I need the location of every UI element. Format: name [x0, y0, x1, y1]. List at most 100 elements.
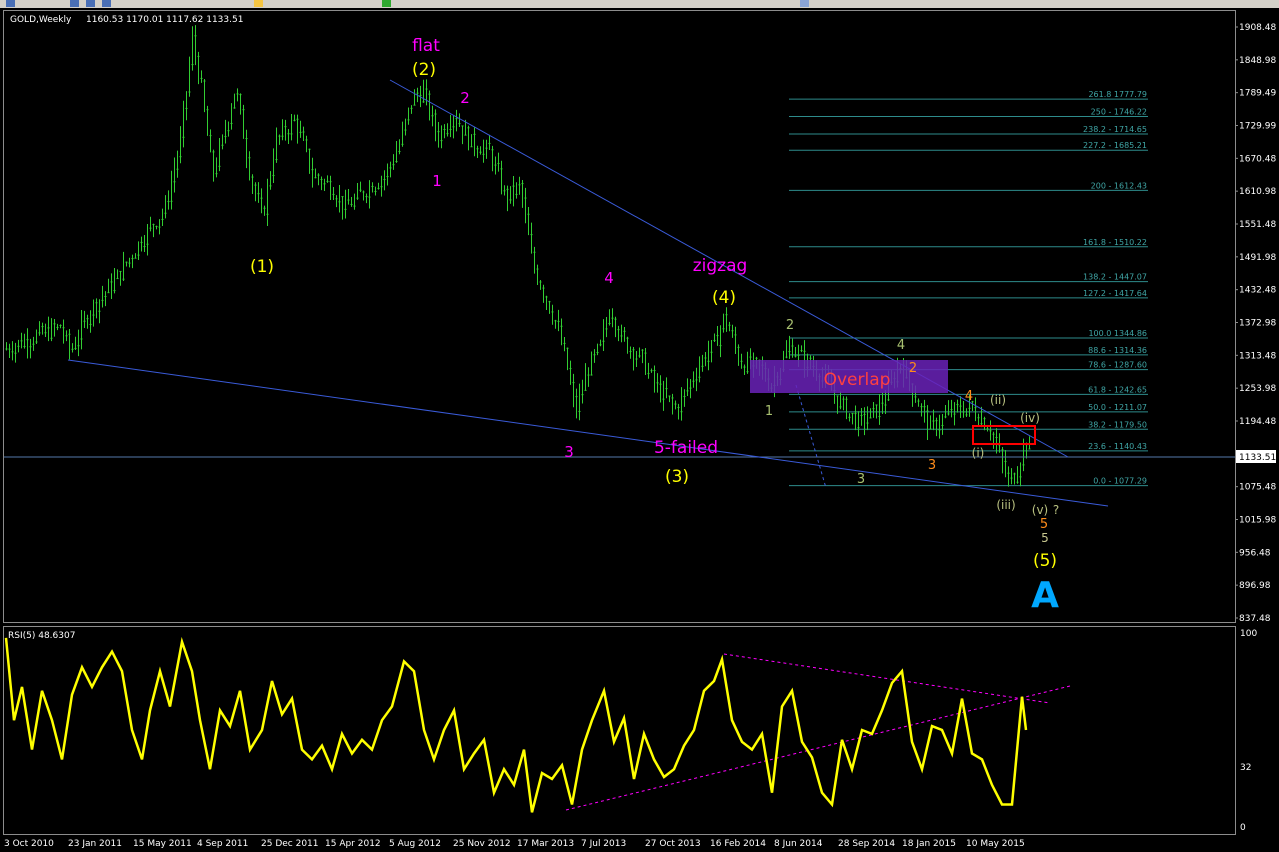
candles [5, 25, 1031, 487]
fib-level-label: 100.0 1344.86 [1088, 329, 1147, 338]
white-5-label: 5 [1041, 531, 1049, 545]
rsi-line [4, 636, 1028, 813]
price-tick-label: 837.48 [1239, 614, 1271, 624]
price-tick-label: 1848.98 [1239, 56, 1276, 66]
fib-level-label: 127.2 - 1417.64 [1083, 289, 1147, 298]
time-tick-label: 17 Mar 2013 [517, 839, 574, 849]
wave-3-label: (3) [665, 467, 689, 487]
orange-3-label: 3 [928, 458, 936, 473]
wave-4-label: (4) [712, 288, 736, 308]
wave-a-label: A [1031, 575, 1059, 616]
sub-i-label: (i) [972, 446, 985, 460]
price-tick-label: 1075.48 [1239, 483, 1276, 493]
price-tick-label: 1670.48 [1239, 154, 1276, 164]
time-tick-label: 25 Nov 2012 [453, 839, 511, 849]
time-tick-label: 10 May 2015 [966, 839, 1025, 849]
rsi-title: RSI(5) 48.6307 [8, 631, 75, 641]
wave-5-label: (5) [1033, 551, 1057, 571]
price-tick-label: 1015.98 [1239, 516, 1276, 526]
time-tick-label: 15 Apr 2012 [325, 839, 381, 849]
green-1-label: 1 [765, 404, 773, 419]
main-pane-border [3, 10, 1236, 623]
price-tick-label: 1610.98 [1239, 187, 1276, 197]
wave-2-label: (2) [412, 60, 436, 80]
price-tick-label: 1194.48 [1239, 417, 1276, 427]
price-tick-label: 1908.48 [1239, 23, 1276, 33]
price-tick-label: 1253.98 [1239, 384, 1276, 394]
sub-v-label: (v) [1032, 503, 1048, 517]
toolbar-icon[interactable] [382, 0, 391, 7]
price-tick-label: 956.48 [1239, 548, 1271, 558]
fib-level-label: 23.6 - 1140.43 [1088, 442, 1147, 451]
toolbar-icon[interactable] [6, 0, 15, 7]
time-tick-label: 23 Jan 2011 [68, 839, 122, 849]
red-box[interactable] [972, 425, 1036, 445]
time-tick-label: 4 Sep 2011 [197, 839, 248, 849]
orange-2-label: 2 [909, 361, 917, 376]
green-4-label: 4 [897, 338, 905, 353]
time-tick-label: 3 Oct 2010 [4, 839, 54, 849]
fib-level-label: 138.2 - 1447.07 [1083, 273, 1147, 282]
zigzag-label: zigzag [693, 256, 748, 276]
symbol-label: GOLD,Weekly [10, 15, 72, 25]
time-tick-label: 16 Feb 2014 [710, 839, 766, 849]
price-tick-label: 1372.98 [1239, 319, 1276, 329]
toolbar [0, 0, 1279, 8]
ohlc-readout: 1160.53 1170.01 1117.62 1133.51 [86, 15, 243, 25]
overlap-label: Overlap [824, 370, 891, 390]
rsi-tick-0: 0 [1240, 823, 1246, 833]
sub-iv-label: (iv) [1020, 411, 1040, 425]
time-tick-label: 28 Sep 2014 [838, 839, 895, 849]
time-tick-label: 5 Aug 2012 [389, 839, 441, 849]
green-3-label: 3 [857, 472, 865, 487]
price-axis: 1908.48 1848.98 1789.49 1729.99 1670.48 1610.… [1235, 23, 1276, 624]
toolbar-icon[interactable] [254, 0, 263, 7]
current-price-label: 1133.51 [1239, 453, 1276, 463]
price-tick-label: 1432.48 [1239, 286, 1276, 296]
toolbar-icon[interactable] [800, 0, 809, 7]
minor-2-label: 2 [460, 89, 470, 107]
price-tick-label: 1491.98 [1239, 253, 1276, 263]
fib-level-label: 38.2 - 1179.50 [1088, 420, 1147, 429]
dotted-trendline[interactable] [795, 384, 827, 489]
toolbar-icon[interactable] [70, 0, 79, 7]
time-tick-label: 25 Dec 2011 [261, 839, 319, 849]
fibonacci-levels: 261.8 1777.79 250 - 1746.22 238.2 - 1714.6… [789, 90, 1148, 487]
flat-label: flat [412, 36, 440, 56]
five-failed-label: 5-failed [654, 438, 718, 458]
minor-1-label: 1 [432, 172, 442, 190]
question-mark-label: ? [1053, 503, 1059, 517]
fib-level-label: 88.6 - 1314.36 [1088, 346, 1147, 355]
rsi-tick-100: 100 [1240, 629, 1257, 639]
fib-level-label: 261.8 1777.79 [1088, 90, 1147, 99]
orange-4-label: 4 [965, 389, 973, 404]
orange-5-label: 5 [1040, 517, 1048, 532]
wave-1-label: (1) [250, 257, 274, 277]
minor-3-label: 3 [564, 443, 574, 461]
sub-iii-label: (iii) [996, 498, 1015, 512]
rsi-tick-32: 32 [1240, 763, 1251, 773]
chart-canvas[interactable]: 261.8 1777.79 250 - 1746.22 238.2 - 1714.6… [0, 8, 1279, 852]
sub-ii-label: (ii) [990, 393, 1006, 407]
time-tick-label: 27 Oct 2013 [645, 839, 701, 849]
fib-level-label: 78.6 - 1287.60 [1088, 361, 1147, 370]
green-2-label: 2 [786, 318, 794, 333]
time-tick-label: 18 Jan 2015 [902, 839, 956, 849]
time-tick-label: 7 Jul 2013 [581, 839, 626, 849]
fib-level-label: 0.0 - 1077.29 [1093, 477, 1147, 486]
fib-level-label: 50.0 - 1211.07 [1088, 403, 1147, 412]
toolbar-icon[interactable] [102, 0, 111, 7]
price-tick-label: 1789.49 [1239, 89, 1276, 99]
price-tick-label: 896.98 [1239, 581, 1271, 591]
price-tick-label: 1551.48 [1239, 220, 1276, 230]
fib-level-label: 161.8 - 1510.22 [1083, 238, 1147, 247]
toolbar-icon[interactable] [86, 0, 95, 7]
fib-level-label: 200 - 1612.43 [1091, 181, 1147, 190]
fib-level-label: 61.8 - 1242.65 [1088, 385, 1147, 394]
time-tick-label: 15 May 2011 [133, 839, 192, 849]
price-tick-label: 1729.99 [1239, 121, 1276, 131]
fib-level-label: 238.2 - 1714.65 [1083, 125, 1147, 134]
fib-level-label: 227.2 - 1685.21 [1083, 141, 1147, 150]
time-tick-label: 8 Jun 2014 [774, 839, 823, 849]
time-axis: 3 Oct 2010 23 Jan 2011 15 May 2011 4 Sep 20… [4, 839, 1025, 849]
